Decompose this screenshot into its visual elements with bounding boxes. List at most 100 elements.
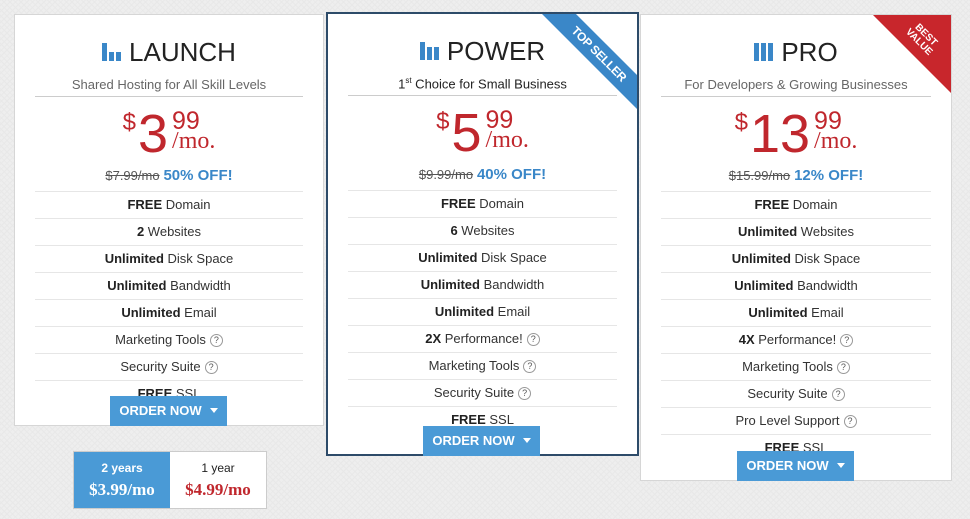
old-price: $7.99/mo (105, 168, 160, 183)
button-label: ORDER NOW (119, 403, 202, 418)
subtitle-text: Choice for Small Business (411, 76, 567, 92)
discount-badge: 12% OFF! (794, 167, 864, 184)
feature-item: 2 Websites (35, 219, 303, 246)
term-label: 1 year (201, 461, 235, 475)
feature-item: FREE Domain (661, 192, 931, 219)
help-icon[interactable]: ? (836, 361, 850, 374)
feature-item: Unlimited Disk Space (35, 246, 303, 273)
feature-item: Security Suite? (348, 380, 617, 408)
order-now-button[interactable]: ORDER NOW (110, 396, 227, 426)
term-selector-popup: 2 years $3.99/mo 1 year $4.99/mo (73, 451, 267, 509)
price-dollars: 13 (749, 104, 811, 164)
feature-highlight: Unlimited (731, 251, 791, 266)
plan-title: LAUNCH (15, 37, 323, 67)
feature-item: 6 Websites (348, 218, 617, 246)
plan-price: $13 99/mo. (641, 107, 951, 161)
price-period: /mo. (485, 127, 529, 154)
order-now-button[interactable]: ORDER NOW (423, 426, 540, 456)
help-icon[interactable]: ? (840, 334, 854, 347)
term-label: 2 years (101, 461, 143, 475)
feature-text: Domain (475, 196, 525, 212)
plan-card-pro: PRO For Developers & Growing Businesses $1… (640, 14, 952, 481)
help-icon[interactable]: ? (831, 388, 845, 401)
feature-highlight: Unlimited (121, 305, 181, 320)
feature-highlight: Unlimited (104, 251, 164, 266)
feature-text: Disk Space (163, 251, 234, 266)
feature-item: Unlimited Websites (661, 219, 931, 246)
feature-item: Unlimited Bandwidth (35, 273, 303, 300)
feature-text: Security Suite (120, 359, 201, 374)
help-icon[interactable]: ? (843, 415, 857, 428)
feature-item: Marketing Tools? (35, 327, 303, 354)
feature-highlight: Unlimited (434, 304, 495, 320)
feature-item: 4X Performance!? (661, 327, 931, 354)
help-icon[interactable]: ? (204, 361, 218, 374)
feature-item: Unlimited Disk Space (348, 245, 617, 273)
feature-highlight: FREE (440, 196, 476, 212)
feature-highlight: Unlimited (107, 278, 167, 293)
discount-badge: 50% OFF! (163, 167, 233, 184)
feature-item: Unlimited Email (348, 299, 617, 327)
feature-item: Unlimited Disk Space (661, 246, 931, 273)
feature-list: FREE Domain Unlimited Websites Unlimited D… (661, 191, 931, 461)
term-option-2-years[interactable]: 2 years $3.99/mo (74, 452, 170, 508)
plan-name: LAUNCH (129, 36, 236, 67)
feature-list: FREE Domain 2 Websites Unlimited Disk Spac… (35, 191, 303, 407)
currency: $ (734, 109, 748, 136)
feature-text: Marketing Tools (428, 358, 520, 374)
plan-subtitle: Shared Hosting for All Skill Levels (35, 77, 303, 97)
feature-item: FREE Domain (348, 191, 617, 219)
feature-text: Disk Space (477, 250, 547, 266)
help-icon[interactable]: ? (526, 333, 540, 347)
feature-list: FREE Domain 6 Websites Unlimited Disk Spac… (348, 190, 617, 433)
term-price: $3.99/mo (89, 480, 155, 499)
discount: $15.99/mo 12% OFF! (641, 167, 951, 187)
feature-highlight: FREE (127, 197, 163, 212)
feature-text: Email (494, 304, 531, 320)
feature-text: Bandwidth (166, 278, 231, 293)
help-icon[interactable]: ? (518, 387, 532, 401)
feature-highlight: 2X (425, 331, 442, 347)
price-dollars: 3 (137, 104, 169, 164)
term-price: $4.99/mo (185, 480, 251, 499)
feature-text: Disk Space (790, 251, 861, 266)
currency: $ (436, 108, 450, 136)
caret-down-icon (209, 408, 218, 413)
discount: $7.99/mo 50% OFF! (15, 167, 323, 187)
plan-price: $5 99/mo. (328, 106, 637, 160)
feature-text: Pro Level Support (735, 413, 840, 428)
feature-text: Email (180, 305, 217, 320)
term-option-1-year[interactable]: 1 year $4.99/mo (170, 452, 266, 508)
feature-text: Websites (797, 224, 855, 239)
price-dollars: 5 (451, 103, 482, 164)
button-label: ORDER NOW (746, 458, 829, 473)
feature-item: Security Suite? (661, 381, 931, 408)
feature-text: Performance! (754, 332, 837, 347)
help-icon[interactable]: ? (523, 360, 537, 374)
plan-card-power: POWER 1st Choice for Small Business $5 99/m… (326, 12, 639, 456)
plan-name: POWER (446, 35, 546, 66)
feature-text: Domain (162, 197, 211, 212)
discount: $9.99/mo 40% OFF! (328, 166, 637, 186)
feature-text: Domain (789, 197, 838, 212)
subtitle-text: Shared Hosting for All Skill Levels (71, 77, 267, 92)
feature-item: Marketing Tools? (348, 353, 617, 381)
plan-price: $3 99/mo. (15, 107, 323, 161)
feature-item: Unlimited Bandwidth (661, 273, 931, 300)
caret-down-icon (522, 438, 531, 443)
feature-item: Security Suite? (35, 354, 303, 381)
order-now-button[interactable]: ORDER NOW (737, 451, 854, 481)
currency: $ (122, 109, 136, 136)
feature-highlight: Unlimited (418, 250, 478, 266)
help-icon[interactable]: ? (209, 334, 223, 347)
bar-chart-icon (419, 42, 439, 60)
feature-item: Unlimited Email (661, 300, 931, 327)
feature-text: Websites (457, 223, 515, 239)
button-label: ORDER NOW (432, 433, 515, 448)
feature-item: FREE Domain (35, 192, 303, 219)
plan-name: PRO (781, 36, 838, 67)
feature-highlight: 6 (450, 223, 458, 239)
feature-text: Marketing Tools (742, 359, 833, 374)
feature-text: Performance! (441, 331, 523, 347)
feature-text: Email (807, 305, 844, 320)
